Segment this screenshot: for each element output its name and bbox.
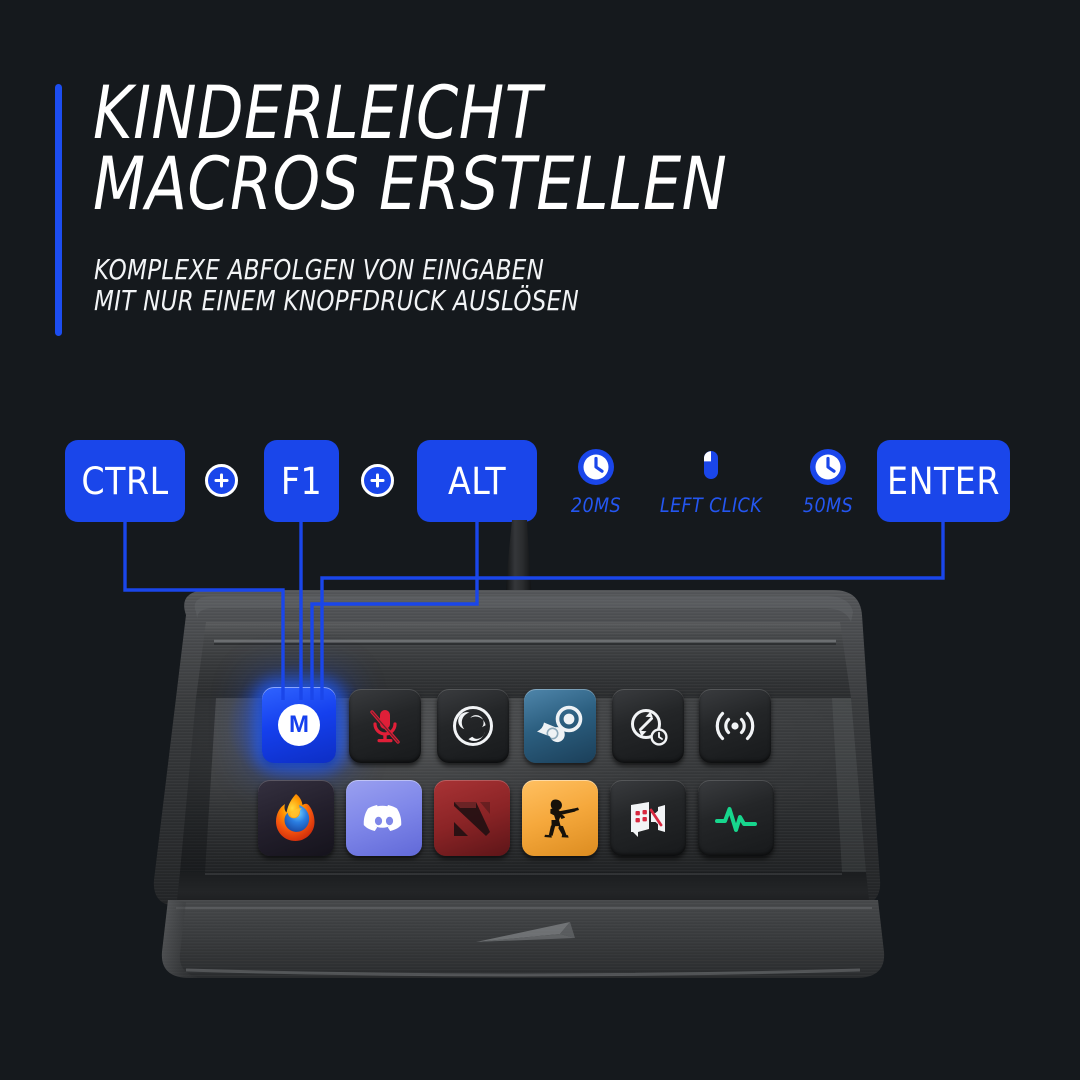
key-discord[interactable] [346, 780, 422, 856]
steam-icon [537, 705, 583, 743]
key-mute-mic[interactable] [349, 689, 421, 763]
chat-muted-icon [631, 802, 665, 837]
key-macro-m[interactable]: M [262, 687, 336, 763]
heartbeat-pulse-icon [715, 807, 757, 832]
microphone-muted-icon [370, 710, 400, 744]
key-obs[interactable] [437, 689, 509, 763]
key-dota2[interactable] [434, 780, 510, 856]
promo-banner: KINDERLEICHT MACROS ERSTELLEN KOMPLEXE A… [0, 0, 1080, 1080]
sync-clock-icon [631, 709, 668, 746]
discord-icon [363, 805, 402, 831]
obs-studio-icon [453, 706, 493, 746]
firefox-icon [276, 794, 315, 841]
key-macro-m-label: M [289, 711, 309, 738]
key-broadcast[interactable] [699, 689, 771, 763]
key-pulse[interactable] [698, 780, 774, 856]
dota2-icon [454, 802, 490, 836]
key-csgo[interactable] [522, 780, 598, 856]
broadcast-signal-icon [715, 711, 755, 741]
macro-m-icon: M [278, 704, 320, 746]
key-firefox[interactable] [258, 780, 334, 856]
key-steam[interactable] [524, 689, 596, 763]
key-sync-timer[interactable] [612, 689, 684, 763]
device-keygrid: M [0, 0, 1080, 1080]
csgo-icon [544, 799, 579, 838]
key-mute-chat[interactable] [610, 780, 686, 856]
